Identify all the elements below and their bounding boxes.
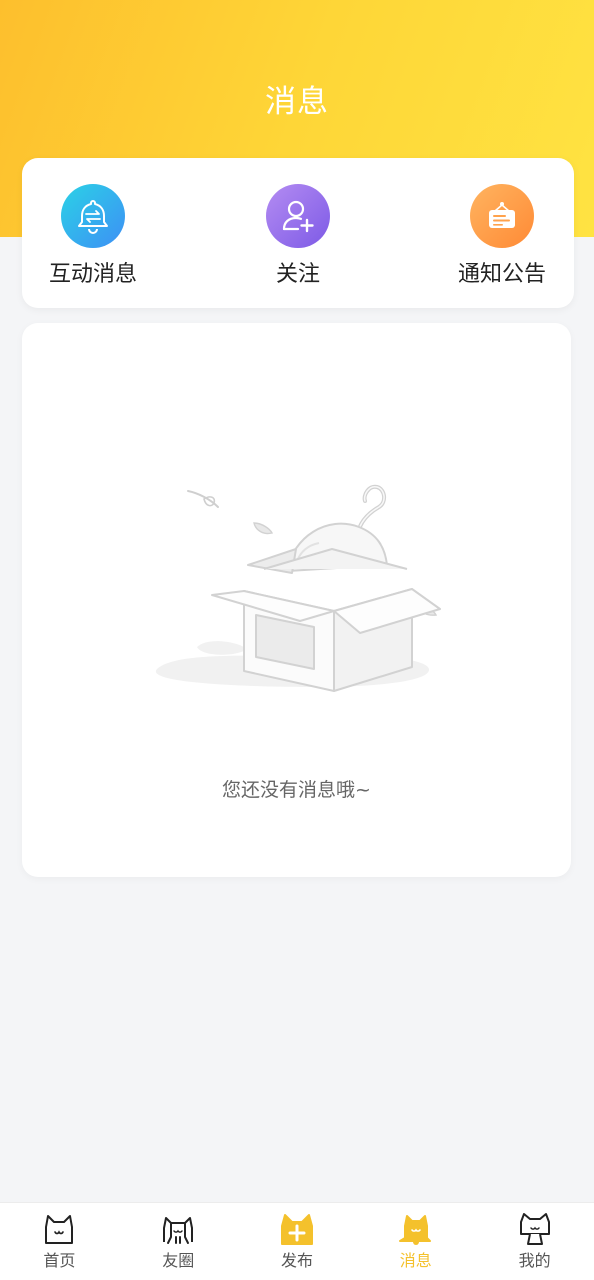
tab-messages[interactable]: 消息: [356, 1203, 475, 1280]
messages-page: 消息 互动消息 关注 通知公告 您还没有消息哦~ 首页 友圈 发布 消息 我的: [0, 0, 594, 1280]
interaction-messages-label: 互动消息: [48, 262, 137, 287]
follow-button[interactable]: 关注: [228, 184, 368, 294]
cat-bell-icon: [398, 1215, 431, 1245]
bottom-tab-bar: 首页 友圈 发布 消息 我的: [0, 1202, 594, 1280]
tab-label: 消息: [399, 1251, 432, 1270]
notice-button[interactable]: 通知公告: [432, 184, 572, 294]
notice-label: 通知公告: [457, 262, 546, 287]
cat-publish-icon: [280, 1214, 313, 1245]
page-title: 消息: [265, 84, 329, 120]
tab-label: 首页: [43, 1251, 76, 1270]
follow-label: 关注: [275, 262, 320, 287]
quick-actions-card: 互动消息 关注 通知公告: [22, 158, 574, 308]
notice-board-icon: [470, 184, 534, 248]
tab-home[interactable]: 首页: [0, 1203, 119, 1280]
bell-exchange-icon: [61, 184, 125, 248]
cat-profile-icon: [519, 1213, 550, 1245]
cat-home-icon: [45, 1215, 74, 1244]
tab-profile[interactable]: 我的: [475, 1203, 594, 1280]
tab-label: 我的: [518, 1251, 551, 1270]
tab-label: 发布: [280, 1251, 313, 1270]
interaction-messages-button[interactable]: 互动消息: [23, 184, 163, 294]
tab-publish[interactable]: 发布: [238, 1203, 357, 1280]
empty-state-text: 您还没有消息哦~: [222, 779, 371, 801]
tab-friends[interactable]: 友圈: [119, 1203, 238, 1280]
messages-list-empty: 您还没有消息哦~: [22, 323, 571, 877]
cat-friends-icon: [163, 1217, 194, 1244]
empty-box-cat-icon: [152, 461, 442, 710]
tab-label: 友圈: [162, 1251, 195, 1270]
add-user-icon: [266, 184, 330, 248]
